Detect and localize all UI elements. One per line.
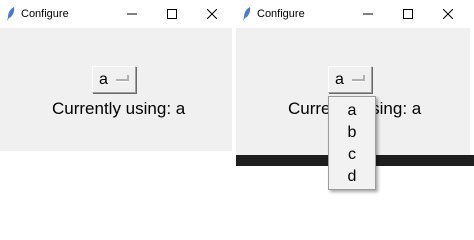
dropdown-option-b[interactable]: b (329, 122, 375, 144)
minimize-icon (363, 13, 373, 15)
configure-window-left: Configure a Currently using: a (0, 0, 232, 152)
option-menu-value: a (335, 70, 344, 88)
window-title: Configure (257, 8, 305, 20)
close-button[interactable] (192, 0, 232, 28)
feather-icon (242, 7, 252, 21)
status-label: Currently using: a (52, 99, 186, 118)
option-menu-indicator-icon (352, 74, 366, 83)
option-menu-indicator-icon (116, 74, 130, 83)
dropdown-option-d[interactable]: d (329, 166, 375, 188)
close-icon (207, 9, 217, 19)
minimize-button[interactable] (348, 0, 388, 28)
window-title: Configure (21, 8, 69, 20)
maximize-icon (167, 9, 177, 19)
close-icon (443, 9, 453, 19)
feather-icon (6, 7, 16, 21)
minimize-icon (127, 13, 137, 15)
maximize-button[interactable] (152, 0, 192, 28)
option-menu-button[interactable]: a (328, 66, 372, 93)
title-bar[interactable]: Configure (0, 0, 232, 28)
option-menu-value: a (99, 70, 108, 88)
option-menu-dropdown: a b c d (328, 96, 376, 190)
title-bar[interactable]: Configure (236, 0, 474, 28)
dropdown-option-a[interactable]: a (329, 100, 375, 122)
window-client-area: a Currently using: a (0, 28, 232, 151)
close-button[interactable] (428, 0, 468, 28)
minimize-button[interactable] (112, 0, 152, 28)
maximize-button[interactable] (388, 0, 428, 28)
maximize-icon (403, 9, 413, 19)
option-menu-button[interactable]: a (92, 66, 136, 93)
dropdown-option-c[interactable]: c (329, 144, 375, 166)
